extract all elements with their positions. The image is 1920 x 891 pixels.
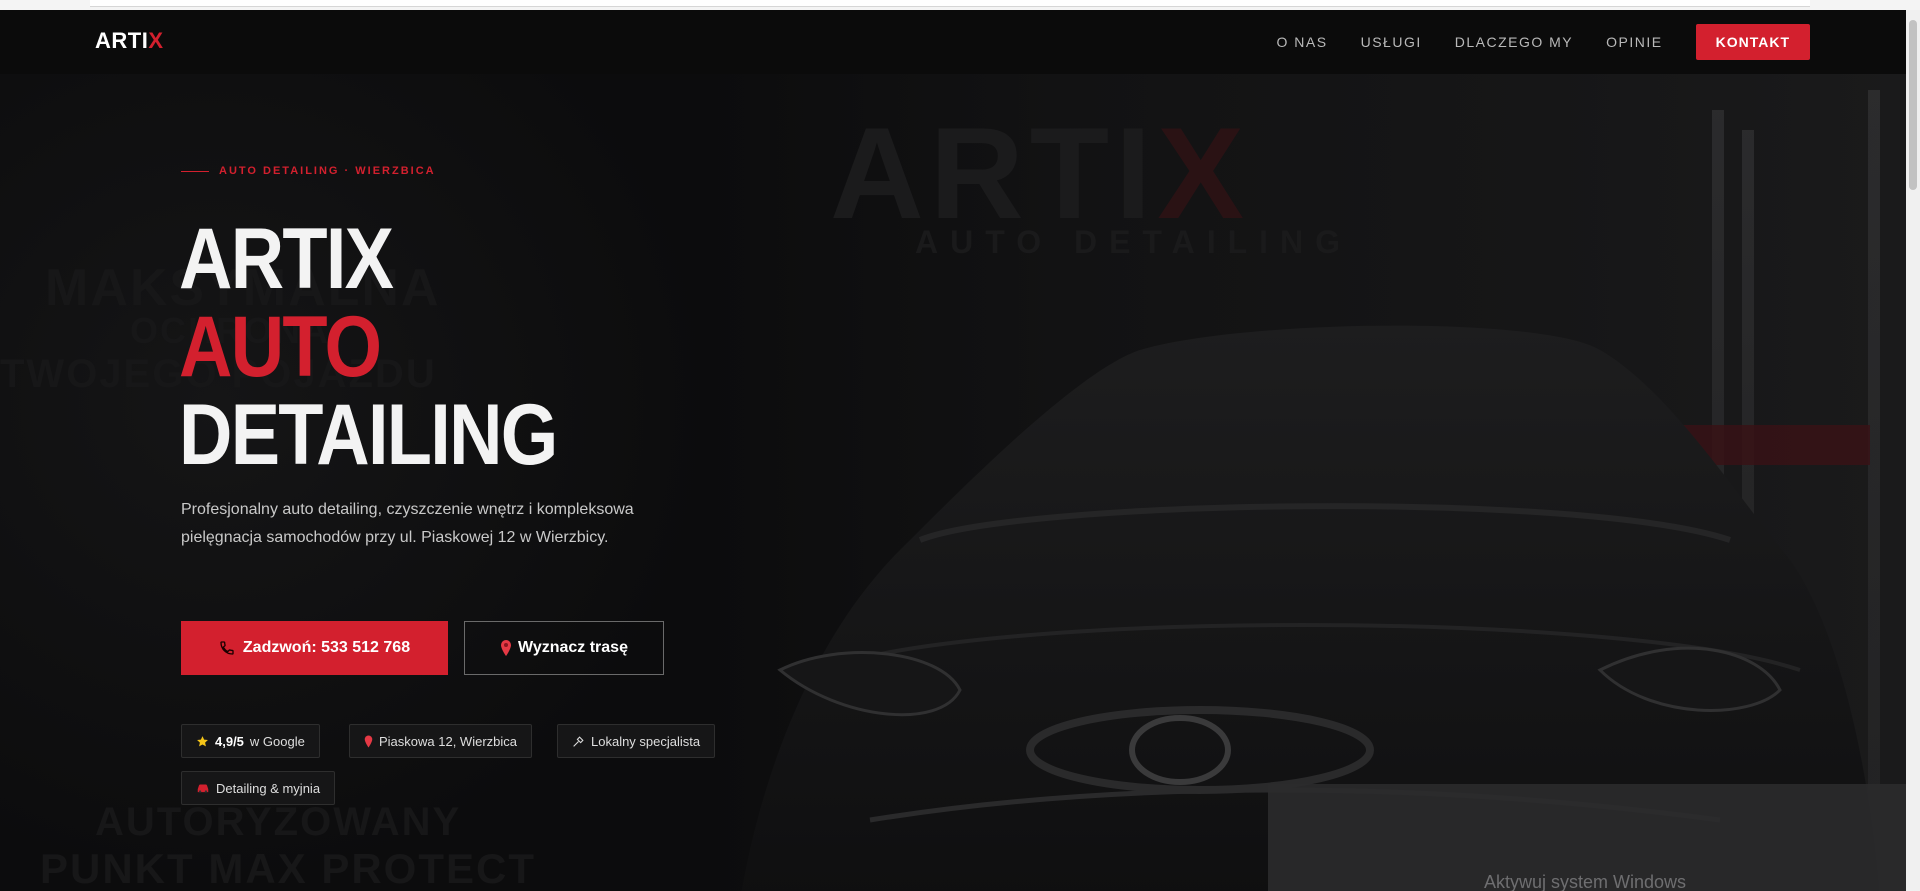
chip-service: Detailing & myjnia (181, 771, 336, 805)
os-activation-watermark: Aktywuj system Windows (1484, 872, 1687, 891)
page-viewport: MAKSYMALNA OCHRONA TWOJEGO POJAZDU AUTOR… (0, 10, 1906, 891)
nav-item-opinie[interactable]: OPINIE (1606, 34, 1662, 50)
route-button-label: Wyznacz trasę (518, 639, 628, 656)
site-header: ARTIX O NAS USŁUGI DLACZEGO MY OPINIE KO… (0, 10, 1906, 74)
chip-address-text: Piaskowa 12, Wierzbica (379, 733, 517, 749)
call-button-label: Zadzwoń: 533 512 768 (242, 639, 411, 656)
page-scrollbar[interactable] (1906, 10, 1920, 891)
hero-title: ARTIX AUTO DETAILING (179, 211, 558, 483)
star-icon (196, 735, 209, 748)
pin-icon (364, 735, 373, 748)
eyebrow-line (181, 170, 209, 172)
car-icon (196, 782, 210, 794)
phone-icon (219, 640, 235, 656)
main-nav: O NAS USŁUGI DLACZEGO MY OPINIE KONTAKT (1277, 10, 1906, 74)
hero-eyebrow: AUTO DETAILING · WIERZBICA (181, 165, 436, 177)
route-button[interactable]: Wyznacz trasę (464, 621, 664, 675)
site-logo[interactable]: ARTIX (95, 28, 164, 54)
brush-icon (572, 735, 585, 748)
hero-title-line2: AUTO (179, 299, 382, 395)
call-button[interactable]: Zadzwoń: 533 512 768 (181, 621, 448, 675)
chip-rating: 4,9/5 w Google (181, 724, 320, 758)
chip-specialist: Lokalny specjalista (557, 724, 716, 758)
chip-specialist-text: Lokalny specjalista (591, 733, 701, 749)
scrollbar-thumb[interactable] (1909, 20, 1917, 190)
eyebrow-text: AUTO DETAILING · WIERZBICA (219, 165, 436, 177)
hero-title-line3: DETAILING (179, 387, 558, 483)
chip-rating-text: w Google (249, 733, 305, 749)
bg-text-line5: PUNKT MAX PROTECT (40, 845, 536, 891)
chip-address: Piaskowa 12, Wierzbica (349, 724, 532, 758)
nav-item-o-nas[interactable]: O NAS (1277, 34, 1328, 50)
hero-title-line1: ARTIX (179, 211, 394, 307)
nav-item-dlaczego-my[interactable]: DLACZEGO MY (1455, 34, 1573, 50)
bg-text-line4: AUTORYZOWANY (95, 800, 462, 844)
pin-icon (500, 640, 512, 656)
contact-button[interactable]: KONTAKT (1695, 24, 1810, 60)
bg-logo-sub: AUTO DETAILING (915, 224, 1353, 260)
hero-description: Profesjonalny auto detailing, czyszczeni… (181, 501, 634, 546)
browser-top-strip (0, 0, 1920, 10)
chip-service-text: Detailing & myjnia (216, 780, 321, 796)
browser-bar (90, 0, 1810, 7)
chip-rating-value: 4,9/5 (215, 733, 244, 749)
nav-item-uslugi[interactable]: USŁUGI (1361, 34, 1422, 50)
